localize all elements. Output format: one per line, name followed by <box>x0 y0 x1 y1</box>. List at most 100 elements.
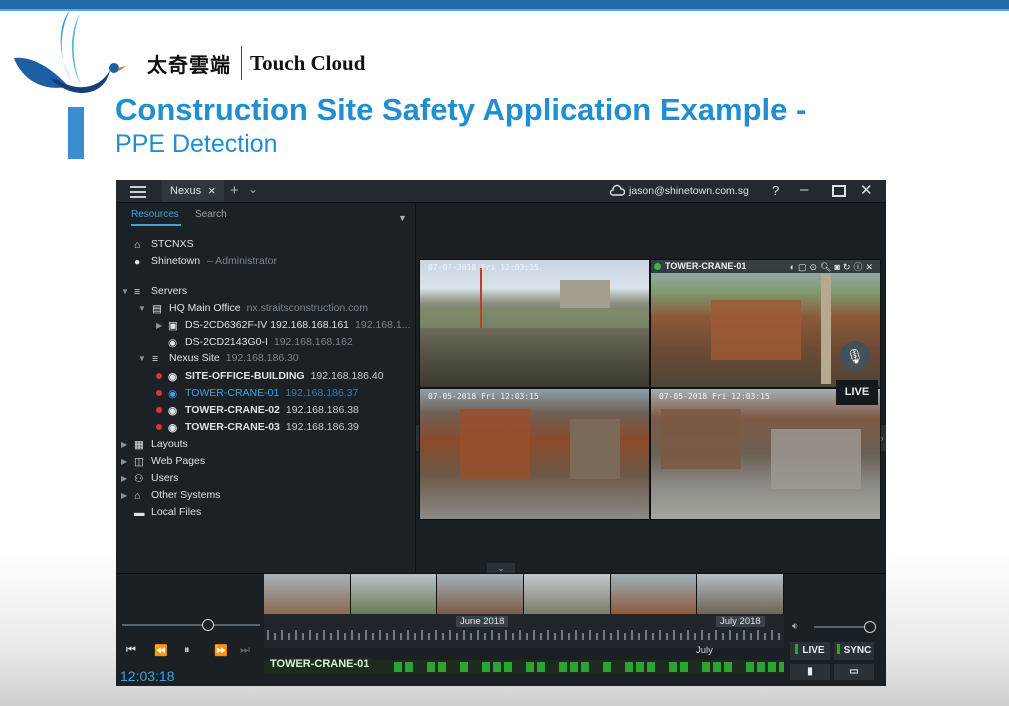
month-label: July 2018 <box>716 616 765 627</box>
chevron-down-icon[interactable]: ⌄ <box>248 182 258 196</box>
tree-layouts[interactable]: ▦ Layouts <box>134 437 188 451</box>
timeline-panel: June 2018 July 2018 July TOWER-CRANE-01 … <box>116 573 886 686</box>
sync-button[interactable]: SYNC <box>834 642 874 660</box>
slider-knob[interactable] <box>864 621 876 633</box>
speed-slider[interactable] <box>122 619 260 631</box>
tile-timestamp: 07-05-2018 Fri 12:03:15 <box>659 392 770 401</box>
pin-icon[interactable]: ▼ <box>398 213 407 223</box>
tree-camera[interactable]: ◉ SITE-OFFICE-BUILDING 192.168.186.40 <box>168 369 384 383</box>
tab-resources[interactable]: Resources <box>131 209 179 220</box>
camera-tile-name: TOWER-CRANE-01 <box>665 261 747 271</box>
camera-tile-crane-view-2[interactable]: 07-05-2018 Fri 12:03:15 <box>419 388 650 520</box>
volume-slider[interactable] <box>814 621 876 633</box>
slide-subtitle: PPE Detection <box>115 130 278 158</box>
rewind-icon[interactable]: ⏪ <box>154 644 168 657</box>
timeline-thumbnails[interactable] <box>264 574 785 614</box>
group-label: Layouts <box>151 438 188 450</box>
brand-divider <box>241 46 242 80</box>
camera-ip: 192.168.186.38 <box>285 404 359 416</box>
calendar-icon[interactable]: ▭ <box>834 664 874 680</box>
tab-search[interactable]: Search <box>195 209 227 220</box>
server-rack-icon: ≡ <box>134 286 141 298</box>
tree-local-files[interactable]: ▬ Local Files <box>134 505 201 519</box>
expand-arrow-icon[interactable]: ▼ <box>121 287 129 296</box>
expand-arrow-icon[interactable]: ▼ <box>138 304 146 313</box>
maximize-icon[interactable] <box>832 185 846 197</box>
camera-icon: ◉ <box>168 371 178 383</box>
tab-nexus[interactable]: Nexus × <box>162 180 224 202</box>
camera-ip: 192.168.168.162 <box>273 336 353 348</box>
tree-camera[interactable]: ◉ DS-2CD2143G0-I 192.168.168.162 <box>168 335 353 349</box>
layout-icon: ▦ <box>134 439 144 451</box>
help-icon[interactable]: ? <box>772 183 779 198</box>
camera-name: SITE-OFFICE-BUILDING <box>185 370 305 382</box>
tree-web-pages[interactable]: ◫ Web Pages <box>134 454 205 468</box>
camera-name: DS-2CD6362F-IV 192.168.168.161 <box>185 319 350 331</box>
recording-dot <box>156 373 162 379</box>
microphone-icon[interactable]: 🎙︎ <box>840 341 870 371</box>
camera-tile-crane-view-3[interactable]: 07-05-2018 Fri 12:03:15 <box>650 388 881 520</box>
timeline-ruler[interactable]: June 2018 July 2018 July <box>264 614 784 656</box>
server-name: HQ Main Office <box>169 302 241 314</box>
collapse-timeline-icon[interactable]: ⌄ <box>487 563 515 573</box>
current-time: 12:03:18 <box>120 668 175 684</box>
tree-other-systems[interactable]: ⌂ Other Systems <box>134 488 220 502</box>
live-button[interactable]: LIVE <box>790 642 830 660</box>
user-role: – Administrator <box>206 255 277 267</box>
tile-timestamp: 07-05-2018 Fri 12:03:15 <box>428 392 539 401</box>
house-outline-icon: ⌂ <box>134 490 141 502</box>
tree-camera[interactable]: ▣ DS-2CD6362F-IV 192.168.168.161 192.168.1… <box>168 318 411 332</box>
camera-tile-site-overview[interactable]: 07-0?-2018 Fri 12:03:15 <box>419 259 650 388</box>
skip-to-start-icon[interactable]: ⏮ <box>126 644 136 657</box>
bookmark-icon[interactable]: ▮ <box>790 664 830 680</box>
tree-system[interactable]: ⌂ STCNXS <box>134 237 194 251</box>
collapsed-arrow-icon[interactable]: ▶ <box>121 474 127 483</box>
user-name: Shinetown <box>151 255 201 267</box>
recording-dot <box>156 407 162 413</box>
person-icon: ● <box>134 256 141 268</box>
tree-users[interactable]: ⚇ Users <box>134 471 178 485</box>
tree-camera[interactable]: ◉ TOWER-CRANE-02 192.168.186.38 <box>168 403 359 417</box>
minimize-icon[interactable]: – <box>800 181 808 198</box>
group-label: Other Systems <box>151 489 221 501</box>
timeline-mid-label: July <box>696 645 713 656</box>
pause-icon[interactable]: ⏸ <box>184 644 190 657</box>
tree-camera[interactable]: ◉ TOWER-CRANE-03 192.168.186.39 <box>168 420 359 434</box>
tree-user[interactable]: ● Shinetown – Administrator <box>134 254 277 268</box>
close-tab-icon[interactable]: × <box>208 183 216 198</box>
skip-to-end-icon[interactable]: ⏭ <box>240 644 250 657</box>
recording-dot <box>156 390 162 396</box>
tree-servers[interactable]: ≡ Servers <box>134 284 187 298</box>
tile-toolbar-icons[interactable]: ◐▢⊙🔍︎◙↻ⓘ✕ <box>790 260 876 273</box>
brand-english-name: Touch Cloud <box>250 50 366 75</box>
tree-camera-selected[interactable]: ◉ TOWER-CRANE-01 192.168.186.37 <box>168 386 358 400</box>
home-icon: ⌂ <box>134 239 141 251</box>
tree-server-hq[interactable]: ▤ HQ Main Office nx.straitsconstruction.co… <box>152 301 368 315</box>
camera-name: DS-2CD2143G0-I <box>185 336 268 348</box>
account-email[interactable]: jason@shinetown.com.sg <box>629 185 749 197</box>
hamburger-menu-icon[interactable] <box>130 183 146 199</box>
group-label: Web Pages <box>151 455 206 467</box>
fast-forward-icon[interactable]: ⏩ <box>214 644 228 657</box>
collapsed-arrow-icon[interactable]: ▶ <box>121 440 127 449</box>
slide-top-bar <box>0 0 1009 9</box>
users-icon: ⚇ <box>134 473 144 485</box>
collapsed-arrow-icon[interactable]: ▶ <box>121 491 127 500</box>
brand-lockup: 太奇雲端 Touch Cloud <box>147 46 366 80</box>
camera-icon: ◉ <box>168 337 178 349</box>
encoder-icon: ▣ <box>168 320 178 332</box>
collapsed-arrow-icon[interactable]: ▶ <box>121 457 127 466</box>
camera-tile-header: TOWER-CRANE-01 ◐▢⊙🔍︎◙↻ⓘ✕ <box>651 260 880 273</box>
volume-icon[interactable]: 🔉︎ <box>792 621 798 632</box>
live-badge: LIVE <box>836 380 878 405</box>
close-window-icon[interactable]: ✕ <box>860 181 873 199</box>
expand-arrow-icon[interactable]: ▼ <box>138 354 146 363</box>
sync-button-label: SYNC <box>843 645 872 656</box>
new-tab-icon[interactable]: + <box>230 182 239 199</box>
camera-name: TOWER-CRANE-01 <box>185 387 280 399</box>
collapsed-arrow-icon[interactable]: ▶ <box>156 321 162 330</box>
tile-timestamp: 07-0?-2018 Fri 12:03:15 <box>428 263 539 272</box>
tree-server-nexus[interactable]: ≡ Nexus Site 192.168.186.30 <box>152 351 299 365</box>
slider-knob[interactable] <box>202 619 214 631</box>
folder-icon: ▬ <box>134 507 145 519</box>
